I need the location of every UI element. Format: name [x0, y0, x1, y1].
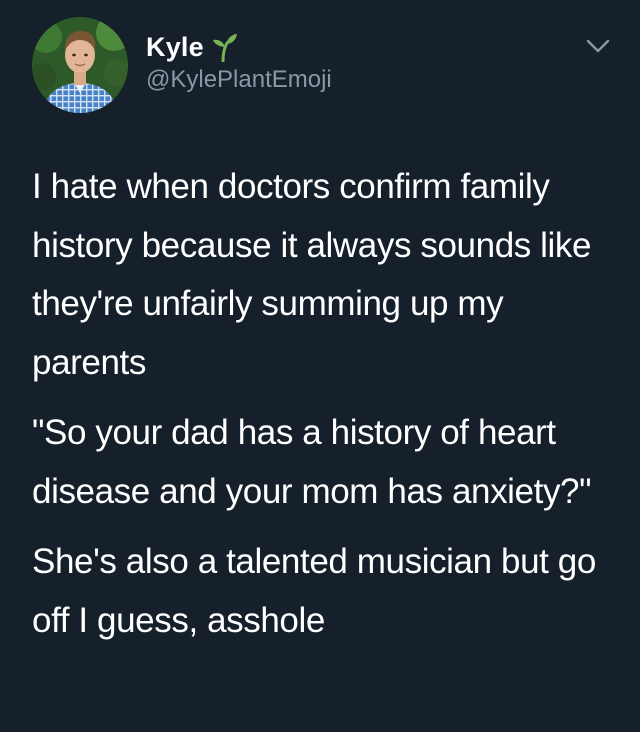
- tweet-text: I hate when doctors confirm family histo…: [32, 158, 622, 662]
- display-name-row[interactable]: Kyle: [146, 30, 238, 64]
- avatar[interactable]: [32, 17, 128, 113]
- chevron-down-icon[interactable]: [585, 37, 611, 55]
- avatar-photo: [32, 17, 128, 113]
- tweet-paragraph: She's also a talented musician but go of…: [32, 542, 596, 640]
- sprout-icon: [212, 32, 238, 63]
- tweet-card: Kyle @KylePlantEmoji I hate when doctors…: [0, 0, 640, 732]
- tweet-paragraph: I hate when doctors confirm family histo…: [32, 167, 592, 382]
- tweet-paragraph: "So your dad has a history of heart dise…: [32, 413, 592, 511]
- display-name[interactable]: Kyle: [146, 32, 204, 63]
- user-handle[interactable]: @KylePlantEmoji: [146, 66, 332, 94]
